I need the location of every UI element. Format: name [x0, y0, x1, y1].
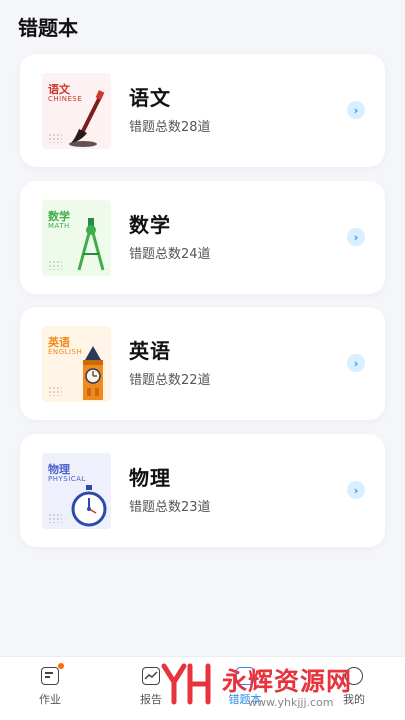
error-count: 错题总数23道 [129, 500, 211, 515]
chinese-thumbnail: 语文 CHINESE [42, 73, 111, 149]
subject-name: 物理 [129, 466, 171, 490]
subject-name: 英语 [129, 339, 171, 363]
clock-tower-icon [83, 346, 103, 400]
dots-decoration [48, 386, 62, 396]
chevron-right-icon[interactable]: › [347, 228, 365, 246]
tab-label: 作业 [39, 693, 61, 706]
subject-card-chinese[interactable]: 语文 CHINESE 语文 错题总数28道 › [20, 54, 385, 167]
watermark: 永辉资源网 www.yhkjjj.com [160, 660, 390, 716]
english-thumbnail: 英语 ENGLISH [42, 326, 111, 402]
watermark-logo-icon [161, 663, 211, 705]
thumb-en-label: MATH [48, 222, 70, 230]
math-thumbnail: 数学 MATH [42, 200, 111, 276]
watermark-text: 永辉资源网 [222, 667, 353, 696]
chevron-right-icon[interactable]: › [347, 101, 365, 119]
dots-decoration [48, 133, 62, 143]
thumb-en-label: PHYSICAL [48, 475, 86, 483]
notification-dot [58, 663, 64, 669]
page-title: 错题本 [18, 16, 78, 40]
compass-icon [77, 218, 105, 271]
dots-decoration [48, 260, 62, 270]
subject-name: 语文 [129, 86, 171, 110]
subject-name: 数学 [129, 213, 171, 237]
tab-homework[interactable]: 作业 [15, 663, 85, 707]
error-count: 错题总数28道 [129, 120, 211, 135]
brush-icon [69, 90, 105, 147]
watermark-url: www.yhkjjj.com [248, 696, 334, 709]
chevron-right-icon[interactable]: › [347, 354, 365, 372]
subject-card-english[interactable]: 英语 ENGLISH 英语 错题总数22道 › [20, 307, 385, 420]
error-count: 错题总数24道 [129, 247, 211, 262]
homework-icon [41, 663, 64, 685]
stopwatch-icon [71, 485, 107, 527]
physics-thumbnail: 物理 PHYSICAL [42, 453, 111, 529]
subject-card-physics[interactable]: 物理 PHYSICAL 物理 错题总数23道 › [20, 434, 385, 547]
report-icon [142, 667, 160, 685]
subject-card-math[interactable]: 数学 MATH 数学 错题总数24道 › [20, 181, 385, 294]
chevron-right-icon[interactable]: › [347, 481, 365, 499]
dots-decoration [48, 513, 62, 523]
error-count: 错题总数22道 [129, 373, 211, 388]
